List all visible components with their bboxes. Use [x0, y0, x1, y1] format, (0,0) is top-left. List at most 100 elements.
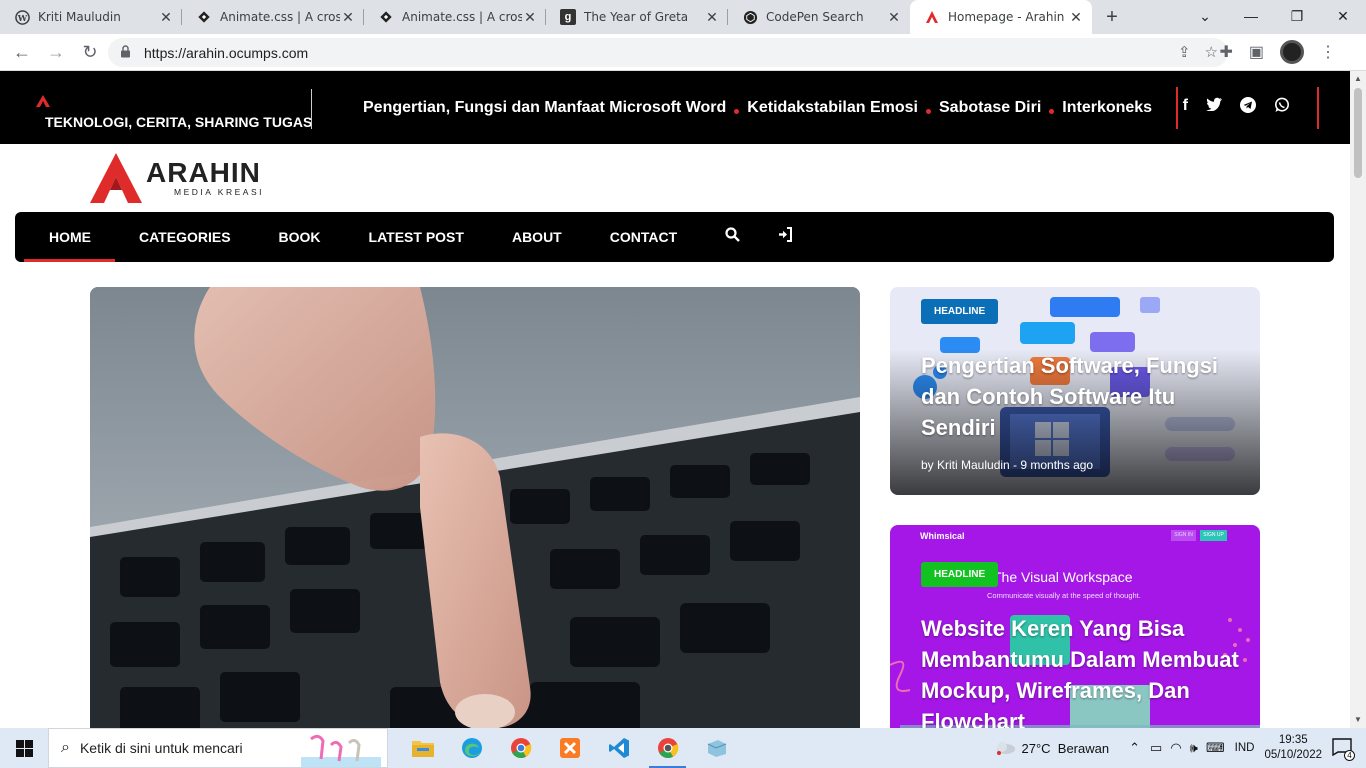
url-text: https://arahin.ocumps.com — [144, 44, 309, 61]
nav-about[interactable]: ABOUT — [488, 212, 586, 262]
scrollbar-thumb[interactable] — [1354, 88, 1362, 178]
ticker-item[interactable]: Pengertian, Fungsi dan Manfaat Microsoft… — [363, 99, 726, 117]
system-tray: 27°C Berawan ⌃ ▭ ◠ 🕪 ⌨ IND 19:35 05/10/2… — [994, 728, 1366, 768]
search-icon[interactable] — [701, 227, 764, 247]
browser-toolbar: ← → ↻ https://arahin.ocumps.com ⇪ ☆ ✚ ▣ … — [0, 34, 1366, 71]
site-logo[interactable]: ARAHIN MEDIA KREASI — [90, 153, 264, 203]
facebook-icon[interactable]: f — [1183, 97, 1188, 118]
chevron-up-icon[interactable]: ⌃ — [1129, 740, 1140, 756]
headline-badge[interactable]: HEADLINE — [921, 562, 999, 587]
weather-text[interactable]: 27°C Berawan — [1022, 741, 1110, 756]
page-viewport: TEKNOLOGI, CERITA, SHARING TUGAS Pengert… — [0, 71, 1350, 728]
chrome-icon[interactable] — [496, 728, 545, 768]
nav-book[interactable]: BOOK — [255, 212, 345, 262]
clock[interactable]: 19:35 05/10/2022 — [1264, 733, 1322, 763]
bookmark-star-icon[interactable]: ☆ — [1205, 43, 1218, 61]
card-title[interactable]: Website Keren Yang Bisa Membantumu Dalam… — [921, 613, 1240, 728]
file-explorer-icon[interactable] — [398, 728, 447, 768]
tab[interactable]: W Kriti Mauludin ✕ — [0, 0, 182, 34]
news-ticker: Pengertian, Fungsi dan Manfaat Microsoft… — [363, 99, 1152, 117]
notification-count: 4 — [1344, 749, 1355, 761]
window-controls: ⌄ — ❐ ✕ — [1182, 0, 1366, 34]
tab-title: The Year of Greta — [584, 10, 689, 24]
tab[interactable]: CodePen Search ✕ — [728, 0, 910, 34]
profile-avatar[interactable] — [1280, 40, 1304, 64]
animate-icon — [378, 9, 394, 25]
whatsapp-icon[interactable] — [1274, 97, 1290, 118]
new-tab-button[interactable]: + — [1092, 0, 1132, 34]
notification-icon[interactable]: 4 — [1332, 737, 1355, 761]
laptop-keyboard-photo — [90, 287, 860, 728]
share-icon[interactable]: ⇪ — [1178, 43, 1191, 61]
logo-subtitle: MEDIA KREASI — [174, 187, 264, 197]
headline-card[interactable]: HEADLINE Pengertian Software, Fungsi dan… — [890, 287, 1260, 495]
extensions-icon[interactable]: ✚ — [1219, 42, 1232, 62]
taskbar-search-placeholder: Ketik di sini untuk mencari — [79, 740, 243, 756]
weather-icon[interactable] — [994, 739, 1016, 758]
codepen-icon — [742, 9, 758, 25]
close-icon[interactable]: ✕ — [340, 9, 356, 26]
taskbar-search-input[interactable]: ⌕ Ketik di sini untuk mencari — [48, 728, 388, 768]
page-scrollbar[interactable]: ▲ ▼ — [1350, 71, 1366, 728]
ticker-item[interactable]: Interkoneks — [1062, 99, 1152, 117]
headline-card[interactable]: Whimsical SIGN IN SIGN UP The Visual Wor… — [890, 525, 1260, 728]
windows-logo-icon — [15, 739, 33, 757]
tab-search-icon[interactable]: ⌄ — [1182, 0, 1228, 32]
volume-icon[interactable]: 🕪 — [1190, 740, 1198, 756]
tab[interactable]: g The Year of Greta ✕ — [546, 0, 728, 34]
close-icon[interactable]: ✕ — [886, 9, 902, 26]
tab-title: Kriti Mauludin — [38, 10, 121, 24]
tab[interactable]: Animate.css | A cross- ✕ — [182, 0, 364, 34]
logo-name: ARAHIN — [146, 157, 261, 188]
edge-icon[interactable] — [447, 728, 496, 768]
language-indicator[interactable]: IND — [1235, 742, 1255, 754]
close-icon[interactable]: ✕ — [158, 9, 174, 26]
maximize-button[interactable]: ❐ — [1274, 0, 1320, 32]
forward-button[interactable]: → — [40, 36, 72, 68]
arahin-logo-icon — [90, 153, 142, 203]
close-icon[interactable]: ✕ — [522, 9, 538, 26]
back-button[interactable]: ← — [6, 36, 38, 68]
app-icon[interactable] — [692, 728, 741, 768]
headline-badge[interactable]: HEADLINE — [921, 299, 999, 324]
minimize-button[interactable]: — — [1228, 0, 1274, 32]
lock-icon — [120, 44, 134, 61]
address-bar[interactable]: https://arahin.ocumps.com ⇪ ☆ — [108, 38, 1228, 67]
search-highlight-icon — [301, 734, 381, 767]
start-button[interactable] — [0, 728, 48, 768]
svg-text:W: W — [16, 12, 27, 22]
tab[interactable]: Animate.css | A cross- ✕ — [364, 0, 546, 34]
taskbar-apps — [398, 728, 741, 768]
tab-active[interactable]: Homepage - Arahin M ✕ — [910, 0, 1092, 34]
close-window-button[interactable]: ✕ — [1320, 0, 1366, 32]
nav-categories[interactable]: CATEGORIES — [115, 212, 255, 262]
ticker-item[interactable]: Ketidakstabilan Emosi — [747, 99, 918, 117]
telegram-icon[interactable] — [1240, 97, 1256, 118]
chrome-active-icon[interactable] — [643, 728, 692, 768]
menu-icon[interactable]: ⋮ — [1320, 42, 1336, 62]
tab-title: Animate.css | A cross- — [402, 10, 522, 24]
nav-home[interactable]: HOME — [15, 212, 115, 262]
nav-latest-post[interactable]: LATEST POST — [345, 212, 488, 262]
card-meta: by Kriti Mauludin - 9 months ago — [921, 458, 1094, 472]
tab-title: CodePen Search — [766, 10, 864, 24]
tab-title: Animate.css | A cross- — [220, 10, 340, 24]
side-panel-icon[interactable]: ▣ — [1249, 42, 1264, 62]
close-icon[interactable]: ✕ — [704, 9, 720, 26]
nav-contact[interactable]: CONTACT — [586, 212, 701, 262]
reload-button[interactable]: ↻ — [74, 36, 106, 68]
login-icon[interactable] — [764, 227, 817, 247]
twitter-icon[interactable] — [1206, 97, 1222, 118]
keyboard-icon[interactable]: ⌨ — [1206, 740, 1225, 756]
close-icon[interactable]: ✕ — [1068, 9, 1084, 26]
brand-mark-icon — [36, 95, 50, 107]
xampp-icon[interactable] — [545, 728, 594, 768]
wifi-icon[interactable]: ◠ — [1170, 740, 1181, 756]
vscode-icon[interactable] — [594, 728, 643, 768]
site-topbar: TEKNOLOGI, CERITA, SHARING TUGAS Pengert… — [0, 71, 1350, 144]
hero-featured-image[interactable] — [90, 287, 860, 728]
battery-icon[interactable]: ▭ — [1150, 740, 1162, 756]
ticker-item[interactable]: Sabotase Diri — [939, 99, 1041, 117]
tab-title: Homepage - Arahin M — [948, 10, 1068, 24]
card-title[interactable]: Pengertian Software, Fungsi dan Contoh S… — [921, 350, 1240, 443]
